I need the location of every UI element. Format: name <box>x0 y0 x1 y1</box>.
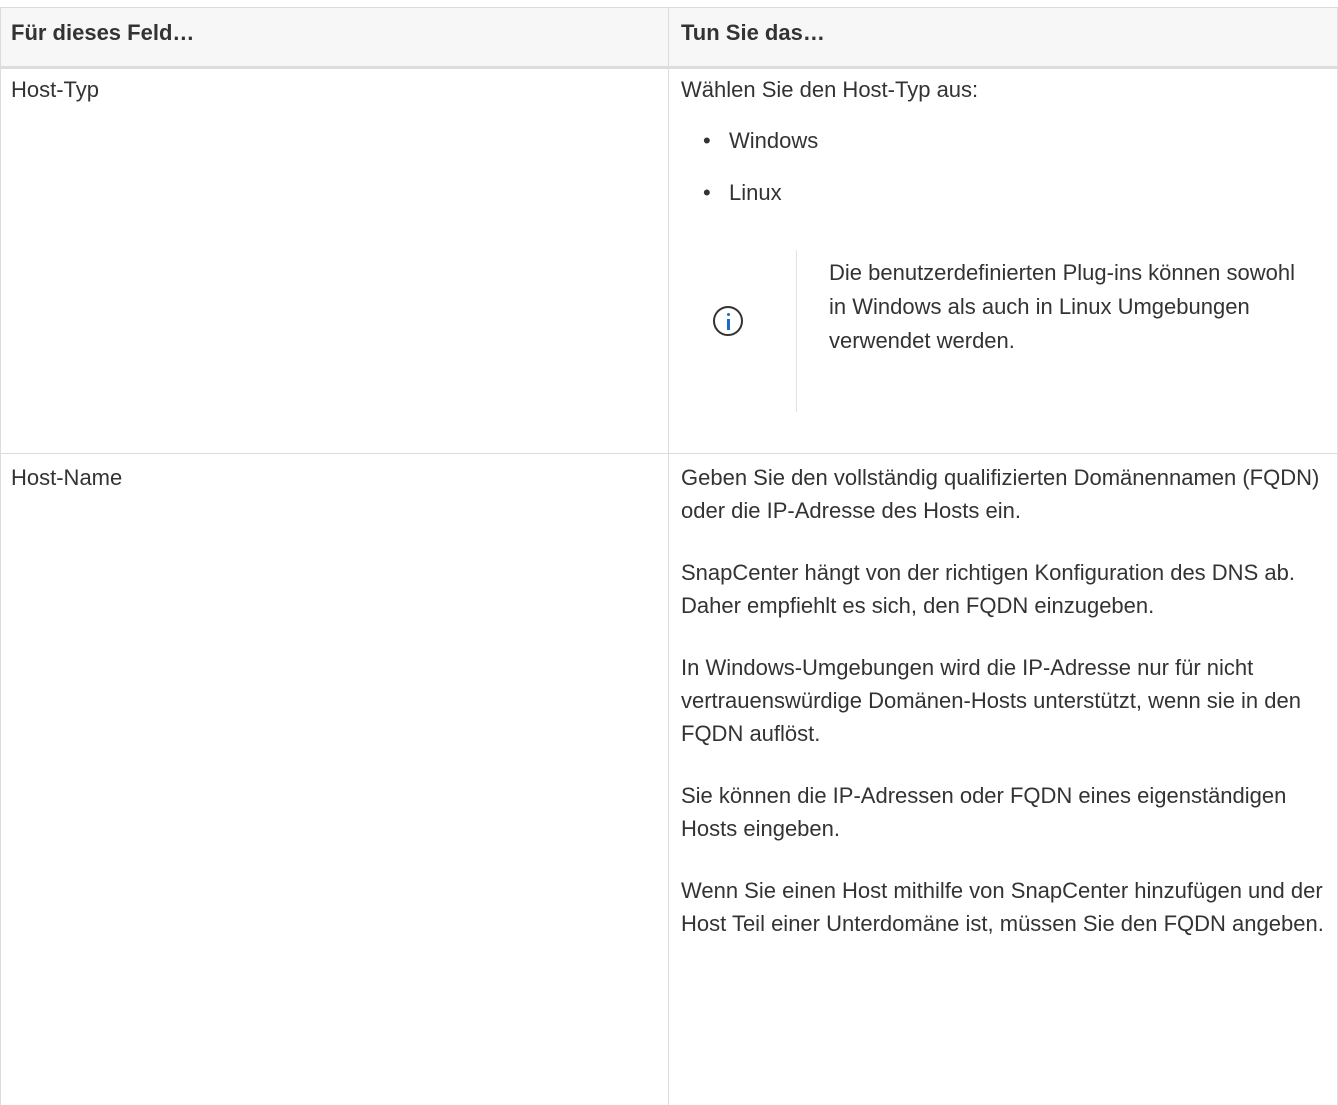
table-header-row: Für dieses Feld… Tun Sie das… <box>0 7 1338 69</box>
field-name-cell: Host-Typ <box>0 65 669 453</box>
paragraph-dns-config: SnapCenter hängt von der richtigen Konfi… <box>681 560 1295 618</box>
host-type-intro: Wählen Sie den Host-Typ aus: <box>681 77 979 102</box>
table-row: Host-Typ Wählen Sie den Host-Typ aus: Wi… <box>0 65 1338 454</box>
list-item: Linux <box>703 176 1325 228</box>
table-row: Host-Name Geben Sie den vollständig qual… <box>0 453 1338 1105</box>
header-field-column: Für dieses Feld… <box>0 8 669 66</box>
field-name: Host-Typ <box>11 77 100 102</box>
note-divider <box>796 250 797 412</box>
description-cell: Geben Sie den vollständig qualifizierten… <box>669 453 1338 1105</box>
info-icon <box>713 306 743 336</box>
list-item: Windows <box>703 124 1325 176</box>
host-type-options-list: Windows Linux <box>681 124 1325 228</box>
option-windows: Windows <box>729 128 819 153</box>
field-name: Host-Name <box>11 465 123 490</box>
description-cell: Wählen Sie den Host-Typ aus: Windows Lin… <box>669 65 1338 453</box>
field-table: Für dieses Feld… Tun Sie das… Host-Typ W… <box>0 0 1338 1105</box>
header-action-column: Tun Sie das… <box>669 8 1338 66</box>
paragraph-windows-ip: In Windows-Umgebungen wird die IP-Adress… <box>681 655 1301 746</box>
paragraph-subdomain: Wenn Sie einen Host mithilfe von SnapCen… <box>681 878 1324 936</box>
note-text: Die benutzerdefinierten Plug-ins können … <box>829 260 1295 353</box>
paragraph-standalone-host: Sie können die IP-Adressen oder FQDN ein… <box>681 783 1287 841</box>
option-linux: Linux <box>729 180 782 205</box>
field-name-cell: Host-Name <box>0 453 669 1105</box>
note-admonition: Die benutzerdefinierten Plug-ins können … <box>683 250 1303 415</box>
paragraph-fqdn-entry: Geben Sie den vollständig qualifizierten… <box>681 465 1320 523</box>
